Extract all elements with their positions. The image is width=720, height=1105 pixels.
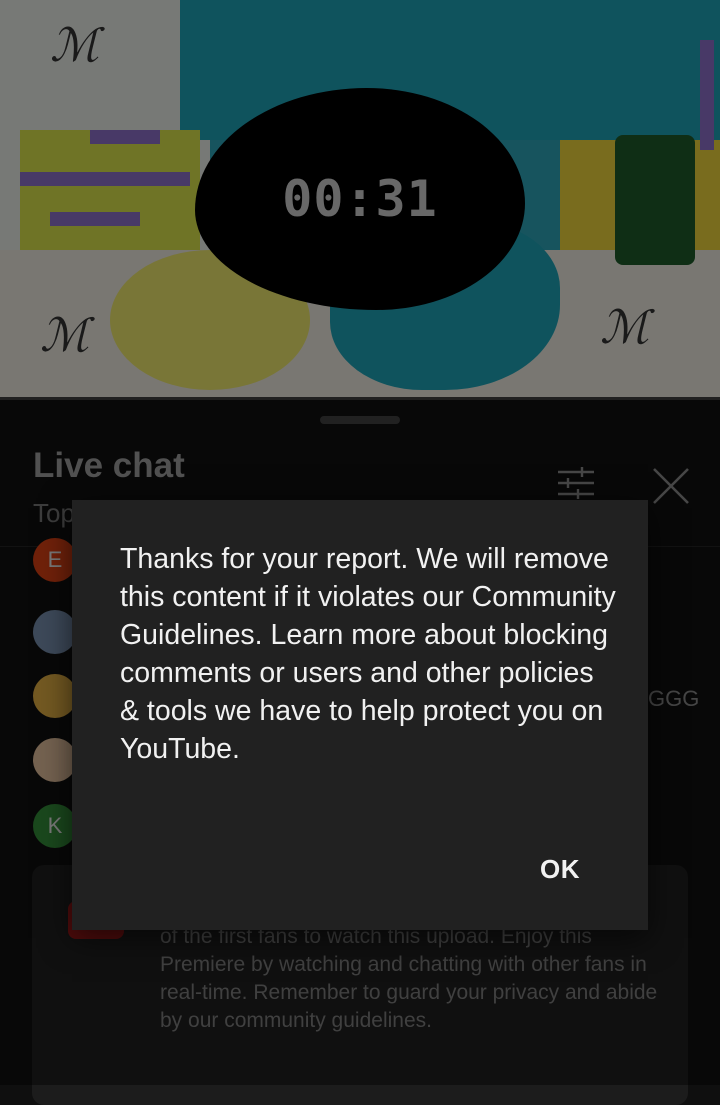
dialog-message: Thanks for your report. We will remove t…: [120, 543, 616, 765]
report-confirmation-dialog: Thanks for your report. We will remove t…: [72, 500, 648, 930]
ok-button[interactable]: OK: [540, 854, 580, 885]
